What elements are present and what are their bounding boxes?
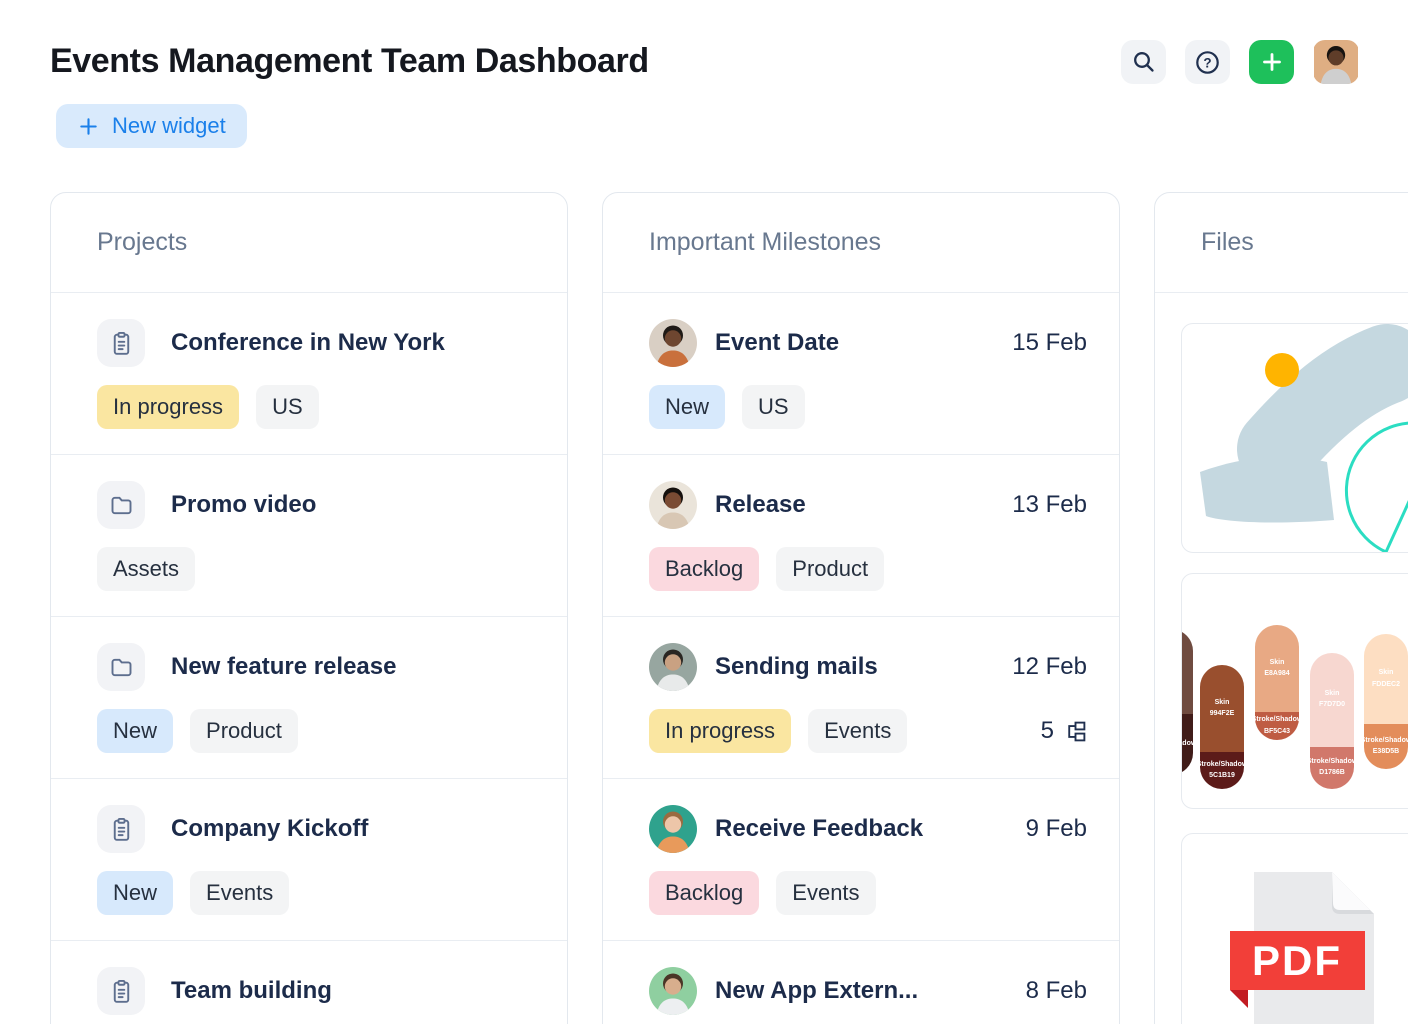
search-icon xyxy=(1131,49,1157,75)
milestone-title: New App Extern... xyxy=(715,977,918,1005)
palette-swatch: Skin F7D7D0 Stroke/Shadow D1786B xyxy=(1310,653,1354,789)
question-circle-icon: ? xyxy=(1194,49,1221,76)
milestone-row[interactable]: Event Date 15 Feb New US xyxy=(603,293,1119,455)
assignee-avatar xyxy=(649,967,697,1015)
file-thumbnail-skin-palette[interactable]: Stroke/Shadow Skin 994F2E Stroke/Shadow … xyxy=(1181,573,1408,809)
assignee-avatar xyxy=(649,643,697,691)
file-thumbnail-abstract-art[interactable] xyxy=(1181,323,1408,553)
assignee-avatar xyxy=(649,481,697,529)
widget-title: Files xyxy=(1155,193,1408,293)
project-title: Promo video xyxy=(171,491,316,519)
subtask-count: 5 xyxy=(1041,717,1054,745)
files-widget: Files Stroke/Shadow xyxy=(1154,192,1408,1024)
milestone-title: Receive Feedback xyxy=(715,815,923,843)
project-row[interactable]: Company Kickoff New Events xyxy=(51,779,567,941)
status-badge: New xyxy=(649,385,725,429)
page-title: Events Management Team Dashboard xyxy=(50,42,649,81)
status-badge: In progress xyxy=(97,385,239,429)
tag-badge: Product xyxy=(776,547,884,591)
status-badge: New xyxy=(97,871,173,915)
subtask-counter[interactable]: 5 xyxy=(1041,717,1087,745)
new-widget-label: New widget xyxy=(112,113,226,139)
milestones-widget: Important Milestones Event Date 15 Feb N… xyxy=(602,192,1120,1024)
milestone-date: 15 Feb xyxy=(1002,329,1087,357)
milestone-row[interactable]: Sending mails 12 Feb In progress Events … xyxy=(603,617,1119,779)
assignee-avatar xyxy=(649,805,697,853)
tag-badge: Events xyxy=(190,871,289,915)
widget-title: Projects xyxy=(51,193,567,293)
milestone-date: 9 Feb xyxy=(1016,815,1087,843)
tag-badge: Product xyxy=(190,709,298,753)
clipboard-icon xyxy=(97,319,145,367)
status-badge: Backlog xyxy=(649,547,759,591)
milestone-row[interactable]: Receive Feedback 9 Feb Backlog Events xyxy=(603,779,1119,941)
status-badge: Backlog xyxy=(649,871,759,915)
clipboard-icon xyxy=(97,967,145,1015)
new-widget-button[interactable]: New widget xyxy=(56,104,247,148)
tag-badge: Events xyxy=(808,709,907,753)
user-avatar-image xyxy=(1313,40,1359,84)
abstract-art-image xyxy=(1182,324,1408,553)
milestone-row[interactable]: New App Extern... 8 Feb xyxy=(603,941,1119,1024)
account-avatar-button[interactable] xyxy=(1313,40,1359,84)
palette-swatch: Skin E8A984 Stroke/Shadow BF5C43 xyxy=(1255,625,1299,740)
project-row[interactable]: Conference in New York In progress US xyxy=(51,293,567,455)
clipboard-icon xyxy=(97,805,145,853)
milestone-date: 12 Feb xyxy=(1002,653,1087,681)
svg-text:?: ? xyxy=(1203,55,1211,70)
project-title: Team building xyxy=(171,977,332,1005)
top-actions: ? xyxy=(1121,40,1359,84)
project-title: Company Kickoff xyxy=(171,815,368,843)
project-row[interactable]: Team building xyxy=(51,941,567,1024)
subitems-tree-icon xyxy=(1064,720,1087,743)
pdf-file-icon: PDF xyxy=(1182,834,1408,1024)
project-row[interactable]: New feature release New Product xyxy=(51,617,567,779)
tag-badge: Assets xyxy=(97,547,195,591)
status-badge: New xyxy=(97,709,173,753)
status-badge: In progress xyxy=(649,709,791,753)
projects-widget: Projects Conference in New York In progr… xyxy=(50,192,568,1024)
milestone-date: 8 Feb xyxy=(1016,977,1087,1005)
project-row[interactable]: Promo video Assets xyxy=(51,455,567,617)
widget-title: Important Milestones xyxy=(603,193,1119,293)
tag-badge: US xyxy=(256,385,319,429)
project-title: New feature release xyxy=(171,653,396,681)
palette-swatch: Skin FDDEC2 Stroke/Shadow E38D5B xyxy=(1364,634,1408,769)
milestone-title: Release xyxy=(715,491,806,519)
plus-icon xyxy=(77,115,100,138)
assignee-avatar xyxy=(649,319,697,367)
file-thumbnail-pdf[interactable]: PDF xyxy=(1181,833,1408,1024)
help-button[interactable]: ? xyxy=(1185,40,1230,84)
svg-text:PDF: PDF xyxy=(1252,937,1342,984)
milestone-row[interactable]: Release 13 Feb Backlog Product xyxy=(603,455,1119,617)
plus-icon xyxy=(1260,50,1284,74)
folder-icon xyxy=(97,643,145,691)
milestone-date: 13 Feb xyxy=(1002,491,1087,519)
project-title: Conference in New York xyxy=(171,329,445,357)
palette-swatch: Skin 994F2E Stroke/Shadow 5C1B19 xyxy=(1200,665,1244,789)
milestone-title: Event Date xyxy=(715,329,839,357)
palette-swatch: Stroke/Shadow xyxy=(1181,629,1193,775)
dashboard-page: Events Management Team Dashboard ? xyxy=(0,0,1408,1024)
tag-badge: Events xyxy=(776,871,875,915)
folder-icon xyxy=(97,481,145,529)
search-button[interactable] xyxy=(1121,40,1166,84)
add-button[interactable] xyxy=(1249,40,1294,84)
milestone-title: Sending mails xyxy=(715,653,878,681)
tag-badge: US xyxy=(742,385,805,429)
